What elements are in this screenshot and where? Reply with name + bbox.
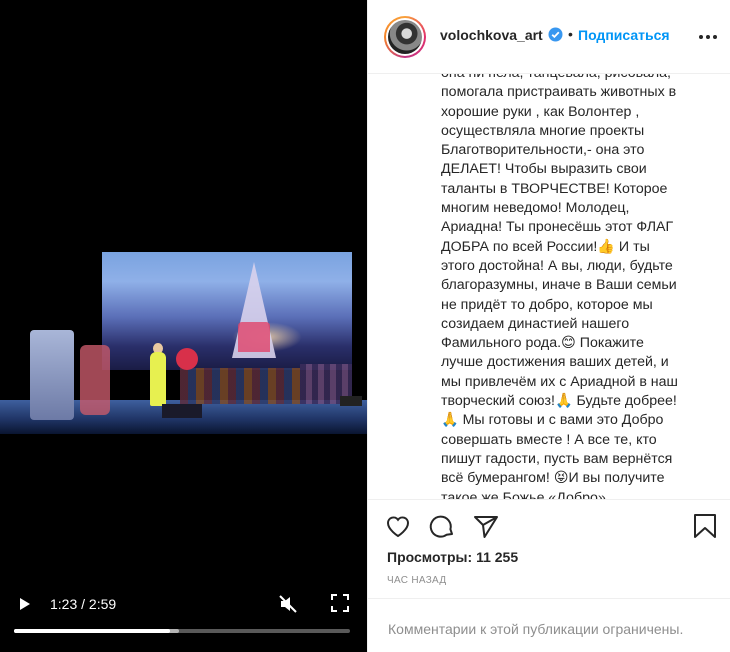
post-timestamp[interactable]: ЧАС НАЗАД (387, 575, 446, 586)
video-player[interactable]: 1:23 / 2:59 (0, 0, 367, 652)
post-panel: volochkova_art • Подписаться она ни пела… (367, 0, 730, 652)
separator-dot: • (568, 26, 573, 42)
video-controls: 1:23 / 2:59 (0, 588, 367, 652)
current-time: 1:23 (50, 596, 78, 612)
comment-bubble-icon[interactable] (428, 512, 456, 540)
stage-speaker (340, 396, 362, 406)
time-display: 1:23 / 2:59 (50, 596, 116, 612)
action-bar (368, 499, 730, 549)
follow-button[interactable]: Подписаться (578, 27, 670, 43)
stage-backdrop-screen (102, 252, 352, 370)
stage-decoration (80, 345, 110, 415)
views-number: 11 255 (476, 549, 519, 565)
speaker-muted-icon[interactable] (278, 594, 298, 614)
bookmark-icon[interactable] (691, 512, 719, 540)
avatar[interactable] (384, 16, 426, 58)
fullscreen-icon[interactable] (331, 594, 349, 612)
post-caption: она ни пела, танцевала, рисовала, помога… (441, 74, 678, 499)
progress-played (14, 629, 170, 633)
duration: 2:59 (88, 596, 117, 612)
heart-icon[interactable] (384, 512, 412, 540)
view-count: Просмотры: 11 255 (387, 549, 518, 565)
progress-bar[interactable] (14, 629, 350, 633)
more-horizontal-icon[interactable] (698, 28, 718, 46)
paper-plane-icon[interactable] (472, 512, 500, 540)
time-separator: / (77, 596, 89, 612)
verified-badge-icon (548, 27, 563, 42)
avatar-photo (388, 20, 422, 54)
play-icon[interactable] (20, 598, 30, 610)
stage-speaker (162, 404, 202, 418)
stage-decoration (30, 330, 74, 420)
performer (150, 352, 166, 406)
username-link[interactable]: volochkova_art (440, 27, 543, 43)
stage-panels (180, 368, 300, 404)
comments-restricted-notice: Комментарии к этой публикации ограничены… (368, 598, 730, 652)
red-balloon (176, 348, 198, 370)
views-label: Просмотры: (387, 549, 473, 565)
comments-restricted-text: Комментарии к этой публикации ограничены… (388, 621, 684, 637)
caption-scroll-area[interactable]: она ни пела, танцевала, рисовала, помога… (368, 74, 730, 499)
eiffel-tower-light (238, 322, 270, 352)
post-header: volochkova_art • Подписаться (368, 0, 730, 74)
